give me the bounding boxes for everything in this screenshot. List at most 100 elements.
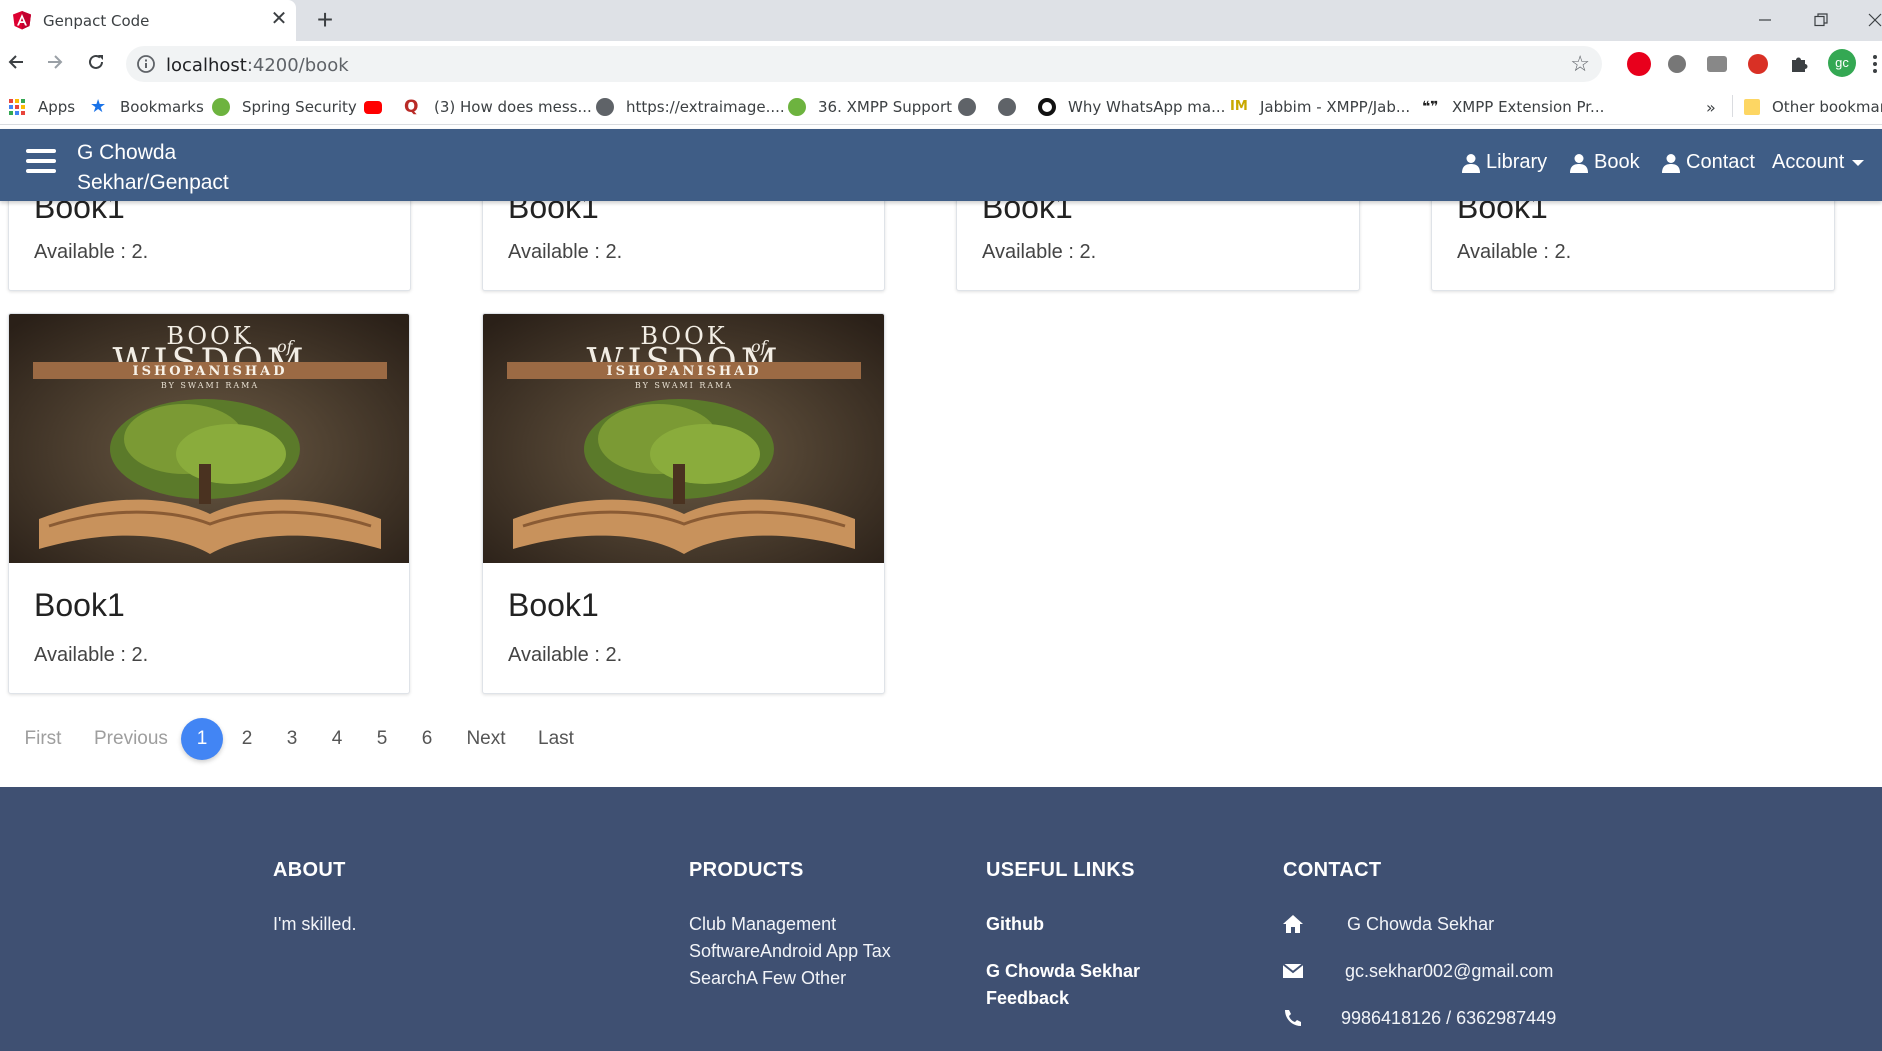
- forward-icon[interactable]: [40, 49, 70, 79]
- nav-library-link[interactable]: Library: [1462, 151, 1547, 174]
- circle-logo-icon: [1038, 98, 1056, 116]
- browser-tabstrip: Genpact Code ✕ +: [0, 0, 1882, 41]
- star-icon: ★: [90, 96, 107, 117]
- book-availability: Available : 2.: [34, 241, 149, 263]
- apps-grid-icon: [9, 99, 25, 115]
- bookmark-whatsapp[interactable]: Why WhatsApp ma...: [1038, 96, 1225, 118]
- address-bar[interactable]: localhost:4200/book ☆: [126, 46, 1602, 82]
- quora-icon: Q: [404, 97, 419, 117]
- book-title: Book1: [34, 587, 125, 623]
- footer-feedback-link[interactable]: G Chowda Sekhar Feedback: [986, 958, 1146, 1012]
- site-footer: ABOUT I'm skilled. PRODUCTS Club Managem…: [0, 787, 1882, 1051]
- nav-contact-link[interactable]: Contact: [1662, 151, 1755, 174]
- menu-kebab-icon[interactable]: [1872, 53, 1878, 75]
- home-icon: [1283, 915, 1303, 933]
- globe-icon: [998, 98, 1016, 116]
- new-tab-button[interactable]: +: [310, 6, 340, 36]
- footer-github-link[interactable]: Github: [986, 911, 1044, 938]
- pagination-previous[interactable]: Previous: [94, 718, 168, 760]
- extensions-puzzle-icon[interactable]: [1788, 53, 1810, 75]
- bookmark-xmpp-extension[interactable]: ❝❞ XMPP Extension Pr...: [1422, 96, 1604, 118]
- angular-favicon-icon: [13, 11, 31, 30]
- book-availability: Available : 2.: [34, 644, 149, 666]
- hamburger-menu-icon[interactable]: [26, 149, 56, 177]
- nav-account-dropdown[interactable]: Account: [1772, 151, 1865, 174]
- book-card[interactable]: BOOK WISDOM of ISHOPANISHAD BY SWAMI RAM…: [8, 313, 410, 694]
- spring-leaf-icon: [212, 98, 230, 116]
- more-bookmarks-chevron[interactable]: »: [1706, 96, 1716, 118]
- camera-extension-icon[interactable]: [1707, 56, 1727, 72]
- book-card[interactable]: BOOK WISDOM of ISHOPANISHAD BY SWAMI RAM…: [482, 313, 885, 694]
- footer-contact-phone[interactable]: 9986418126 / 6362987449: [1341, 1005, 1556, 1032]
- bookmark-xmpp-support[interactable]: 36. XMPP Support: [788, 96, 952, 118]
- pagination-next[interactable]: Next: [466, 718, 506, 760]
- brand-title[interactable]: G Chowda Sekhar/Genpact: [77, 138, 277, 198]
- folder-icon: [1744, 99, 1760, 115]
- bookmarks-divider: [1732, 95, 1733, 117]
- browser-tab[interactable]: Genpact Code ✕: [0, 0, 296, 41]
- book-availability: Available : 2.: [1457, 241, 1572, 263]
- svg-text:BY SWAMI RAMA: BY SWAMI RAMA: [161, 381, 259, 390]
- bookmark-globe-2[interactable]: [998, 96, 1028, 118]
- pagination-page-1[interactable]: 1: [181, 718, 223, 760]
- adblock-extension-icon[interactable]: [1627, 52, 1651, 76]
- bookmark-spring-security[interactable]: Spring Security: [212, 96, 357, 118]
- footer-product-item[interactable]: Club Management: [689, 911, 836, 938]
- bookmark-quora[interactable]: Q (3) How does mess...: [404, 96, 592, 118]
- close-window-icon[interactable]: [1860, 6, 1882, 36]
- youtube-icon: [364, 100, 382, 114]
- footer-product-item[interactable]: SoftwareAndroid App Tax: [689, 938, 891, 965]
- pagination-page-5[interactable]: 5: [373, 718, 391, 760]
- user-icon: [1570, 153, 1588, 173]
- svg-text:ISHOPANISHAD: ISHOPANISHAD: [607, 364, 762, 379]
- bookmark-apps[interactable]: Apps: [8, 96, 75, 118]
- minimize-icon[interactable]: [1750, 6, 1780, 36]
- url-text: localhost:4200/book: [166, 55, 349, 76]
- browser-toolbar: localhost:4200/book ☆ gc: [0, 41, 1882, 88]
- footer-contact-name: G Chowda Sekhar: [1347, 914, 1495, 934]
- globe-icon: [958, 98, 976, 116]
- footer-useful-links-heading: USEFUL LINKS: [986, 859, 1135, 881]
- book-title: Book1: [508, 587, 599, 623]
- tab-close-icon[interactable]: ✕: [268, 8, 290, 30]
- off-extension-icon[interactable]: [1748, 54, 1768, 74]
- footer-about-heading: ABOUT: [273, 859, 346, 881]
- bookmark-extraimage[interactable]: https://extraimage....: [596, 96, 785, 118]
- restore-icon[interactable]: [1806, 6, 1836, 36]
- pagination-page-4[interactable]: 4: [328, 718, 346, 760]
- phone-icon: [1285, 1010, 1301, 1026]
- jabbim-icon: IM: [1230, 99, 1248, 114]
- caret-down-icon: [1852, 159, 1865, 166]
- pagination-page-3[interactable]: 3: [283, 718, 301, 760]
- footer-about-text: I'm skilled.: [273, 914, 357, 934]
- bookmark-jabbim[interactable]: IM Jabbim - XMPP/Jab...: [1230, 96, 1410, 118]
- footer-contact-email[interactable]: gc.sekhar002@gmail.com: [1345, 958, 1553, 985]
- pagination-page-2[interactable]: 2: [238, 718, 256, 760]
- envelope-icon: [1282, 963, 1304, 978]
- pagination-page-6[interactable]: 6: [418, 718, 436, 760]
- spring-leaf-icon: [788, 98, 806, 116]
- book-cover-image[interactable]: BOOK WISDOM of ISHOPANISHAD BY SWAMI RAM…: [9, 314, 410, 563]
- pagination-last[interactable]: Last: [538, 718, 574, 760]
- nav-book-link[interactable]: Book: [1570, 151, 1640, 174]
- pagination-first[interactable]: First: [24, 718, 62, 760]
- site-info-icon[interactable]: [136, 54, 156, 74]
- book-availability: Available : 2.: [982, 241, 1097, 263]
- bookmark-star-icon[interactable]: ☆: [1570, 51, 1590, 77]
- bookmark-youtube[interactable]: [364, 96, 394, 118]
- globe-icon: [596, 98, 614, 116]
- back-icon[interactable]: [1, 49, 31, 79]
- bookmark-other[interactable]: Other bookmarks: [1744, 96, 1882, 118]
- extension-circle-icon[interactable]: [1668, 55, 1686, 73]
- bookmark-bookmarks[interactable]: ★ Bookmarks: [90, 96, 204, 118]
- svg-text:ISHOPANISHAD: ISHOPANISHAD: [133, 364, 288, 379]
- profile-avatar[interactable]: gc: [1828, 49, 1856, 77]
- reload-icon[interactable]: [81, 49, 111, 79]
- footer-product-item[interactable]: SearchA Few Other: [689, 965, 846, 992]
- bookmark-globe-1[interactable]: [958, 96, 988, 118]
- book-cover-image[interactable]: BOOK WISDOM of ISHOPANISHAD BY SWAMI RAM…: [483, 314, 885, 563]
- footer-contact-heading: CONTACT: [1283, 859, 1382, 881]
- xmpp-icon: ❝❞: [1422, 99, 1439, 115]
- bookmarks-bar: Apps ★ Bookmarks Spring Security Q (3) H…: [0, 88, 1882, 125]
- tab-title: Genpact Code: [43, 12, 150, 30]
